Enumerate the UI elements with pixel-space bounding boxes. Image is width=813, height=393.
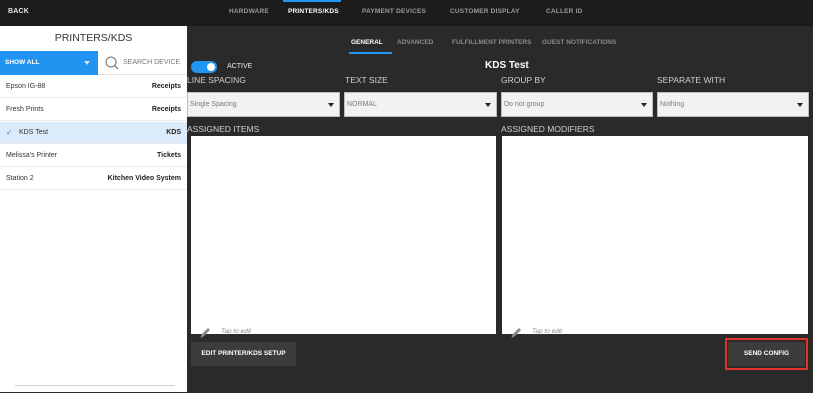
- tab-customer-display[interactable]: CUSTOMER DISPLAY: [450, 8, 520, 15]
- pencil-icon: [200, 328, 210, 338]
- edit-printer-kds-setup-label: EDIT PRINTER/KDS SETUP: [201, 350, 286, 357]
- group-by-value: Do not group: [504, 101, 545, 108]
- tab-payment-devices[interactable]: PAYMENT DEVICES: [362, 8, 426, 15]
- top-navigation-bar: BACK HARDWARE PRINTERS/KDS PAYMENT DEVIC…: [0, 0, 813, 26]
- send-config-label: SEND CONFIG: [743, 350, 790, 357]
- device-sidebar: PRINTERS/KDS SHOW ALL SEARCH DEVICE Epso…: [0, 26, 187, 392]
- device-name: Epson IG-88: [6, 83, 46, 90]
- text-size-label: TEXT SIZE: [345, 75, 388, 85]
- search-placeholder: SEARCH DEVICE: [123, 59, 181, 66]
- device-name: Fresh Prints: [6, 106, 44, 113]
- tab-hardware[interactable]: HARDWARE: [229, 8, 269, 15]
- tab-caller-id[interactable]: CALLER ID: [546, 8, 582, 15]
- group-by-select[interactable]: Do not group: [501, 92, 653, 117]
- pencil-icon: [511, 328, 521, 338]
- device-name: KDS Test: [19, 129, 49, 136]
- assigned-items-box[interactable]: Tap to edit: [191, 136, 496, 338]
- tab-printers-kds[interactable]: PRINTERS/KDS: [288, 8, 339, 15]
- line-spacing-label: LINE SPACING: [187, 75, 246, 85]
- assigned-items-label: ASSIGNED ITEMS: [187, 124, 260, 134]
- text-size-select[interactable]: NORMAL: [344, 92, 497, 117]
- send-config-button[interactable]: SEND CONFIG: [728, 342, 805, 366]
- active-tab-indicator: [283, 0, 341, 2]
- text-size-value: NORMAL: [347, 101, 377, 108]
- line-spacing-select[interactable]: Single Spacing: [187, 92, 340, 117]
- separate-with-value: Nothing: [660, 101, 685, 108]
- separate-with-label: SEPARATE WITH: [657, 75, 726, 85]
- back-button[interactable]: BACK: [8, 8, 29, 15]
- device-type: Receipts: [151, 83, 181, 90]
- device-name: Station 2: [6, 175, 34, 182]
- device-row-station-2[interactable]: Station 2 Kitchen Video System: [0, 168, 187, 190]
- device-type: Tickets: [157, 152, 181, 159]
- search-icon: [105, 56, 119, 70]
- show-all-label: SHOW ALL: [5, 59, 40, 66]
- device-type: Receipts: [151, 106, 181, 113]
- group-by-label: GROUP BY: [501, 75, 546, 85]
- chevron-down-icon: [84, 61, 90, 65]
- chevron-down-icon: [797, 103, 803, 107]
- active-subtab-indicator: [349, 52, 392, 54]
- subtab-advanced[interactable]: ADVANCED: [397, 39, 433, 46]
- tap-to-edit-label: Tap to edit: [221, 328, 252, 335]
- separate-with-select[interactable]: Nothing: [657, 92, 809, 117]
- check-icon: ✓: [6, 128, 13, 137]
- assigned-modifiers-label: ASSIGNED MODIFIERS: [501, 124, 595, 134]
- subtab-general[interactable]: GENERAL: [351, 39, 383, 46]
- chevron-down-icon: [641, 103, 647, 107]
- device-row-melissas-printer[interactable]: Melissa's Printer Tickets: [0, 145, 187, 167]
- subtab-fulfillment-printers[interactable]: FULFILLMENT PRINTERS: [452, 39, 531, 46]
- show-all-filter-dropdown[interactable]: SHOW ALL: [0, 51, 98, 75]
- subtab-guest-notifications[interactable]: GUEST NOTIFICATIONS: [542, 39, 616, 46]
- chevron-down-icon: [485, 103, 491, 107]
- device-settings-panel: GENERAL ADVANCED FULFILLMENT PRINTERS GU…: [187, 26, 813, 392]
- search-device-input[interactable]: SEARCH DEVICE: [98, 51, 187, 75]
- toggle-knob: [207, 63, 215, 71]
- assigned-modifiers-box[interactable]: Tap to edit: [502, 136, 808, 338]
- edit-printer-kds-setup-button[interactable]: EDIT PRINTER/KDS SETUP: [191, 342, 296, 366]
- line-spacing-value: Single Spacing: [190, 101, 237, 108]
- tap-to-edit-label: Tap to edit: [532, 328, 563, 335]
- device-row-fresh-prints[interactable]: Fresh Prints Receipts: [0, 99, 187, 121]
- device-type: KDS: [166, 129, 181, 136]
- active-toggle[interactable]: [191, 61, 217, 73]
- device-name: Melissa's Printer: [6, 152, 58, 159]
- sidebar-title: PRINTERS/KDS: [54, 32, 133, 44]
- device-row-epson-ig-88[interactable]: Epson IG-88 Receipts: [0, 76, 187, 98]
- device-type: Kitchen Video System: [107, 175, 181, 182]
- chevron-down-icon: [328, 103, 334, 107]
- device-row-kds-test[interactable]: ✓ KDS Test KDS: [0, 122, 187, 144]
- device-title: KDS Test: [485, 60, 529, 71]
- active-label: ACTIVE: [227, 63, 253, 70]
